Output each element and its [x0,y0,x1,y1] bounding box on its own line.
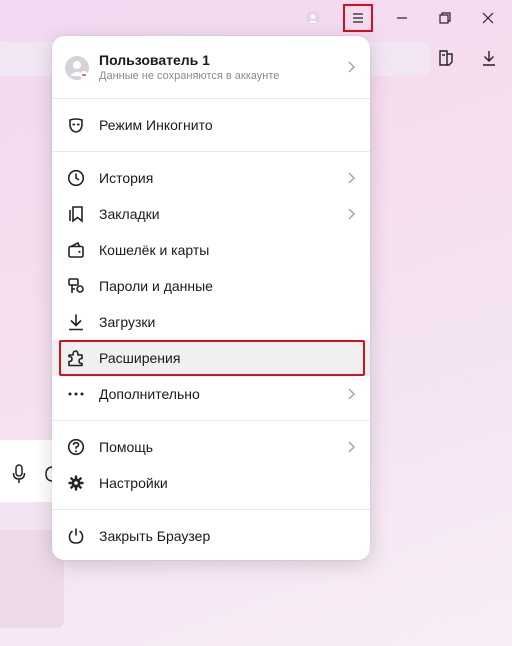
microphone-icon[interactable] [9,463,29,485]
chevron-right-icon [346,440,356,454]
menu-item-label: Пароли и данные [99,278,213,294]
collections-icon[interactable] [436,48,456,68]
profile-icon[interactable] [304,9,322,27]
bookmarks-icon [67,205,85,223]
divider [52,151,370,152]
extensions-highlight [59,340,365,376]
menu-item-label: Настройки [99,475,168,491]
menu-item-label: Режим Инкогнито [99,117,213,133]
menu-item-incognito[interactable]: Режим Инкогнито [52,107,370,143]
close-icon[interactable] [479,9,497,27]
profile-name: Пользователь 1 [99,52,210,68]
menu-item-help[interactable]: Помощь [52,429,370,465]
menu-item-history[interactable]: История [52,160,370,196]
incognito-icon [67,116,85,134]
menu-item-settings[interactable]: Настройки [52,465,370,501]
menu-item-label: Помощь [99,439,154,455]
menu-item-label: История [99,170,154,186]
profile-subtitle: Данные не сохраняются в аккаунте [99,70,280,82]
menu-item-label: Загрузки [99,314,156,330]
passwords-icon [67,277,85,295]
chevron-right-icon [346,171,356,185]
divider [52,98,370,99]
help-icon [67,438,85,456]
menu-item-bookmarks[interactable]: Закладки [52,196,370,232]
more-icon [67,385,85,403]
wallet-icon [67,241,85,259]
menu-item-wallet[interactable]: Кошелёк и карты [52,232,370,268]
restore-icon[interactable] [436,9,454,27]
profile-row[interactable]: Пользователь 1 Данные не сохраняются в а… [52,36,370,98]
menu-item-label: Закладки [99,206,160,222]
avatar [65,56,89,80]
chevron-right-icon [346,387,356,401]
chevron-right-icon [346,60,356,74]
history-icon [67,169,85,187]
minimize-icon[interactable] [393,9,411,27]
menu-item-label: Дополнительно [99,386,200,402]
menu-item-passwords[interactable]: Пароли и данные [52,268,370,304]
menu-item-quit[interactable]: Закрыть Браузер [52,518,370,554]
menu-item-label: Кошелёк и карты [99,242,210,258]
menu-item-downloads[interactable]: Загрузки [52,304,370,340]
menu-item-label: Закрыть Браузер [99,528,211,544]
menu-item-more[interactable]: Дополнительно [52,376,370,412]
downloads-icon [67,313,85,331]
menu-button-highlight [343,4,373,32]
download-icon[interactable] [479,48,499,68]
main-menu: Пользователь 1 Данные не сохраняются в а… [52,36,370,560]
divider [52,509,370,510]
power-icon [67,527,85,545]
chevron-right-icon [346,207,356,221]
divider [52,420,370,421]
settings-icon [67,474,85,492]
